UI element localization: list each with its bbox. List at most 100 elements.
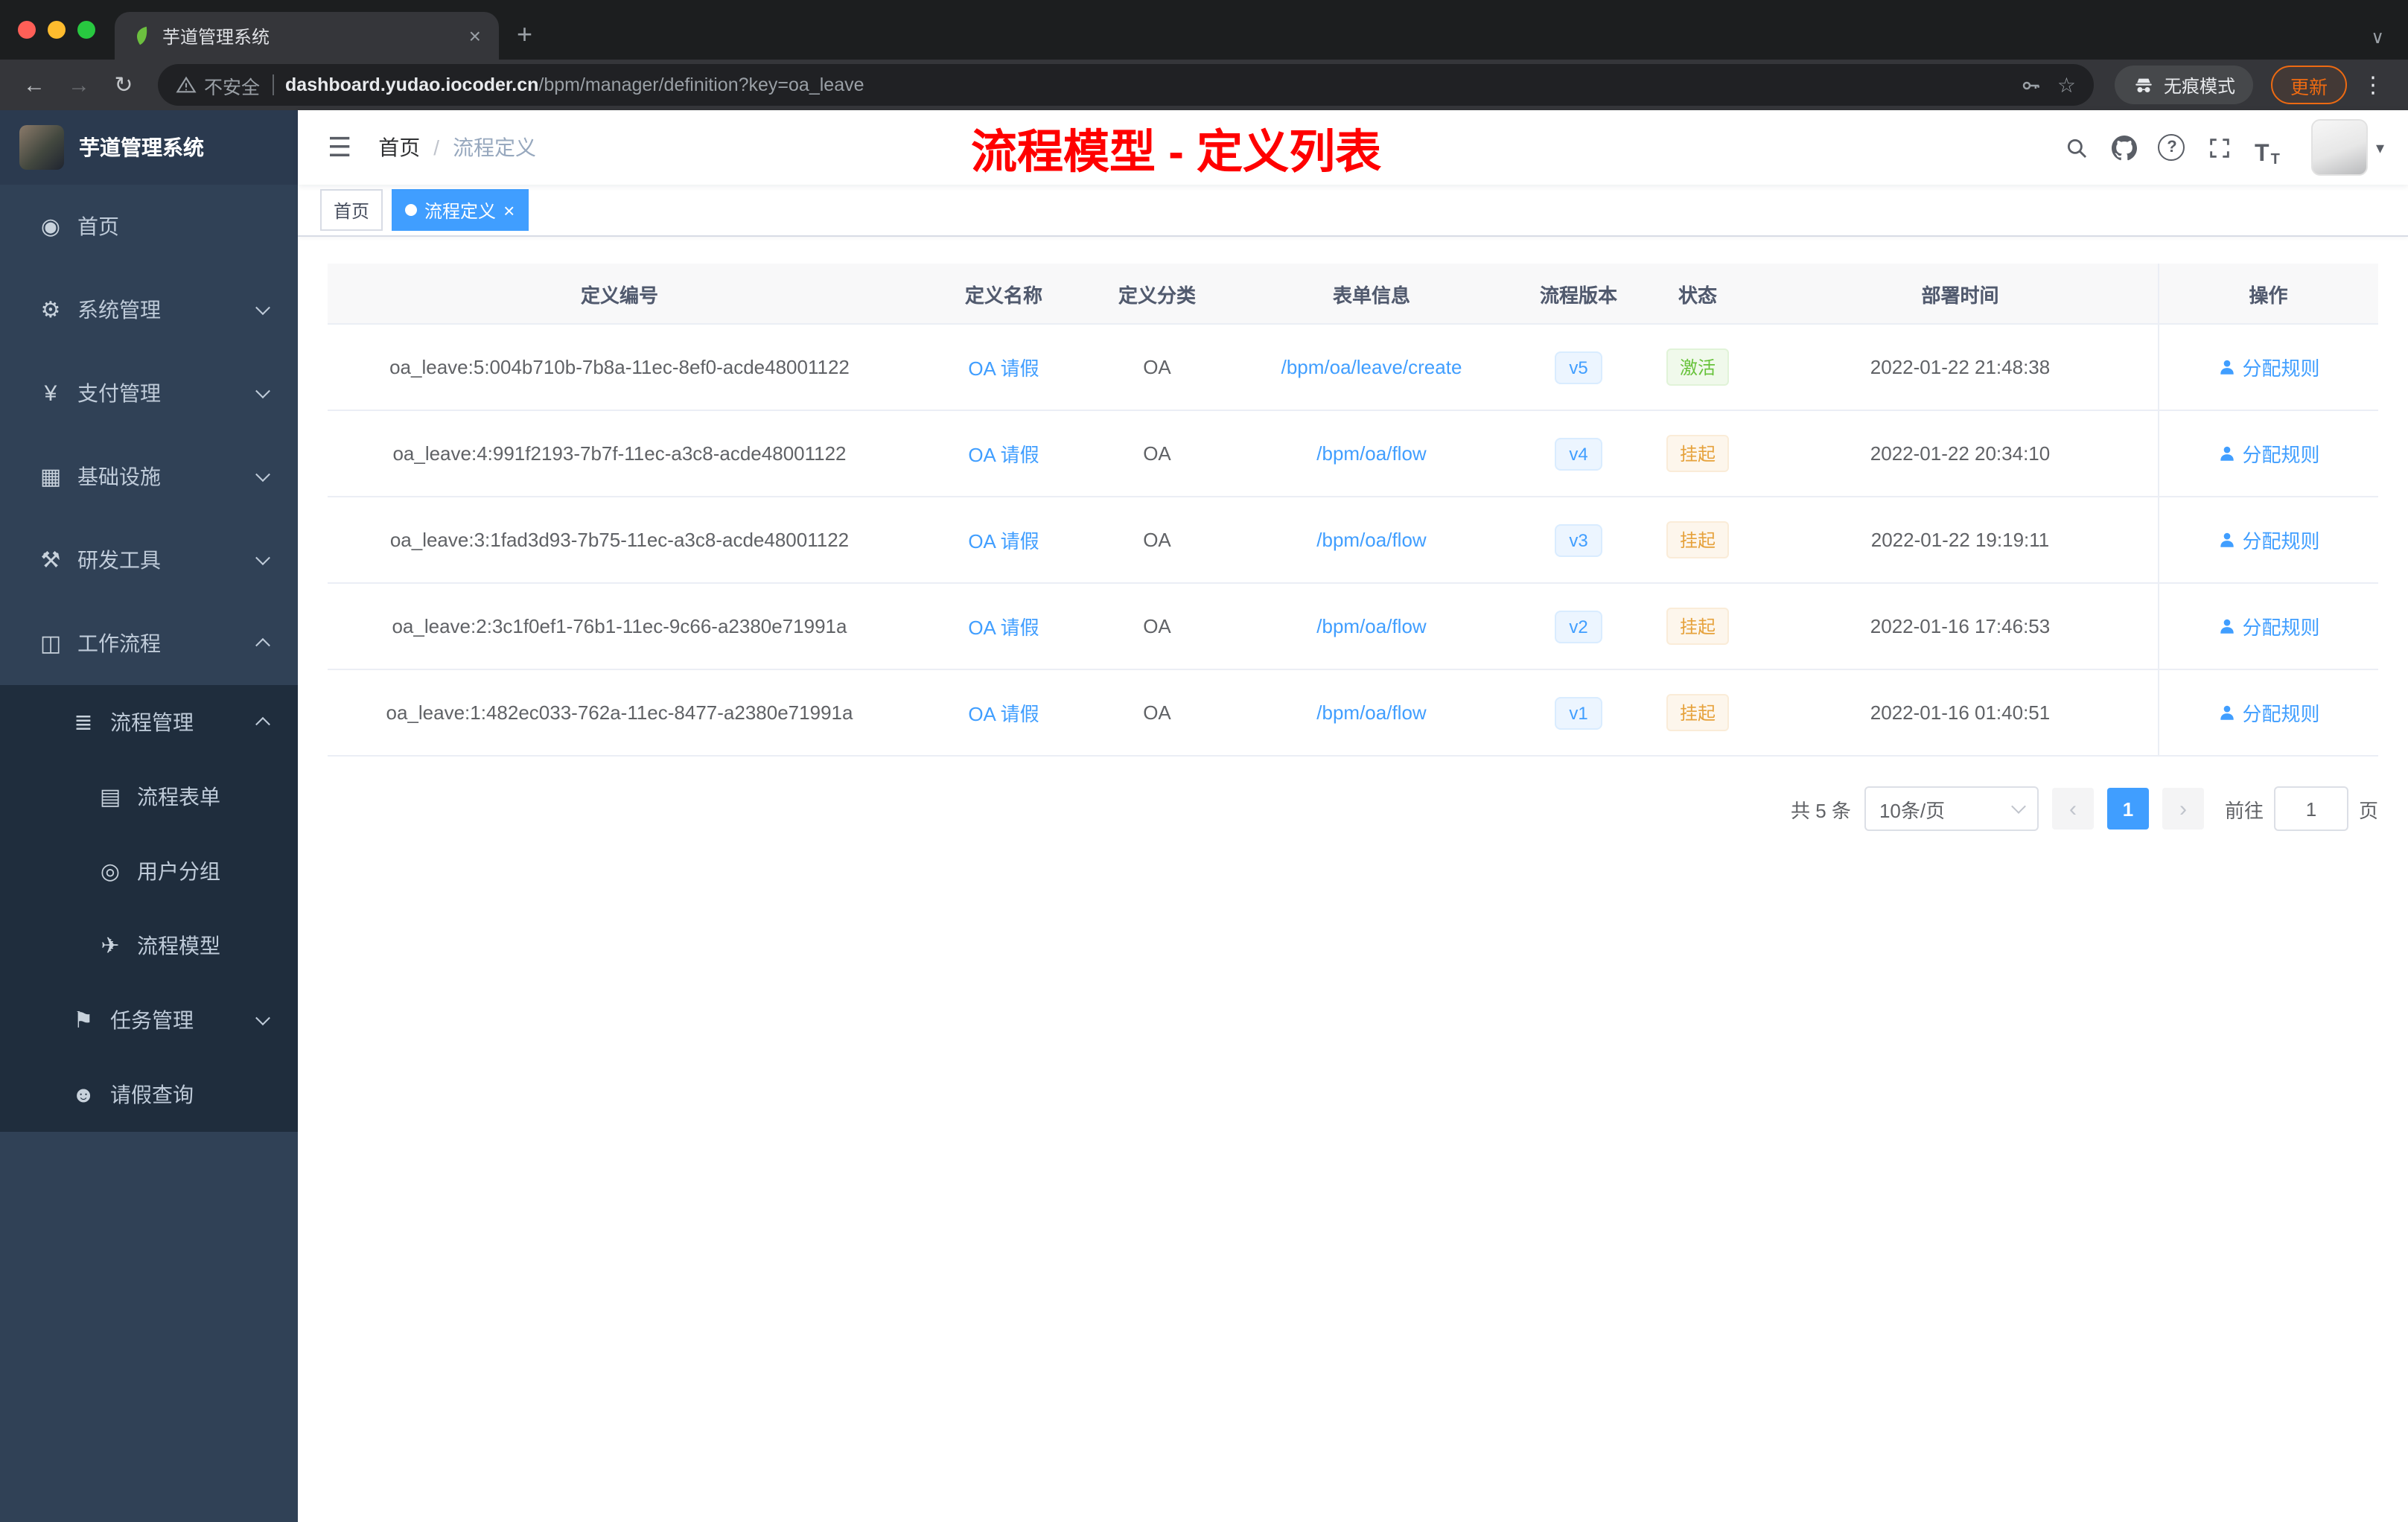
browser-tab[interactable]: 芋道管理系统 × (115, 12, 499, 60)
sidebar-item-process-model[interactable]: ✈ 流程模型 (0, 908, 298, 983)
chevron-down-icon (255, 300, 270, 316)
yen-icon: ¥ (44, 380, 57, 406)
status-badge: 挂起 (1666, 694, 1729, 731)
browser-menu-icon[interactable]: ⋮ (2353, 71, 2393, 98)
app-navbar: ☰ 首页 / 流程定义 流程模型 - 定义列表 ? T T ▾ (298, 110, 2408, 185)
fullscreen-icon[interactable] (2199, 127, 2240, 168)
tab-close-icon[interactable]: × (466, 24, 484, 48)
reload-button[interactable]: ↻ (104, 71, 143, 98)
version-badge: v1 (1554, 696, 1603, 729)
favicon-leaf-icon (130, 25, 150, 46)
definition-name-link[interactable]: OA 请假 (968, 357, 1039, 380)
sidebar-item-label: 流程管理 (110, 710, 194, 734)
tag-process-definition[interactable]: 流程定义 × (392, 189, 529, 231)
caret-down-icon[interactable]: ▾ (2376, 138, 2384, 157)
sidebar-item-payment[interactable]: ¥ 支付管理 (0, 351, 298, 435)
definition-name-link[interactable]: OA 请假 (968, 703, 1039, 725)
cell-form-info: /bpm/oa/flow (1218, 583, 1525, 670)
form-link[interactable]: /bpm/oa/flow (1316, 701, 1426, 724)
sidebar-logo[interactable]: 芋道管理系统 (0, 110, 298, 185)
sidebar-item-label: 请假查询 (110, 1083, 194, 1107)
form-link[interactable]: /bpm/oa/flow (1316, 615, 1426, 637)
cell-actions: 分配规则 (2157, 410, 2378, 497)
cell-version: v5 (1525, 324, 1632, 411)
question-icon[interactable]: ? (2151, 127, 2193, 168)
definition-name-link[interactable]: OA 请假 (968, 444, 1039, 466)
user-icon (2220, 532, 2234, 547)
password-key-icon[interactable] (2020, 74, 2042, 96)
assign-rule-label: 分配规则 (2242, 530, 2320, 553)
app-window: 芋道管理系统 ◉ 首页 ⚙ 系统管理 ¥ 支付管理 ▦ 基础设施 ⚒ 研发工具 … (0, 110, 2408, 1522)
security-warning-icon (176, 74, 197, 95)
tab-search-icon[interactable]: ∨ (2371, 27, 2384, 48)
url-path: /bpm/manager/definition?key=oa_leave (538, 74, 864, 95)
sidebar-item-workflow[interactable]: ◫ 工作流程 (0, 602, 298, 685)
close-window-button[interactable] (18, 21, 36, 39)
form-link[interactable]: /bpm/oa/flow (1316, 529, 1426, 551)
sidebar-item-process-form[interactable]: ▤ 流程表单 (0, 760, 298, 834)
security-label[interactable]: 不安全 (204, 71, 260, 99)
next-page-button[interactable]: › (2162, 788, 2204, 830)
github-icon[interactable] (2103, 127, 2145, 168)
col-deploy-time: 部署时间 (1763, 264, 2158, 325)
definition-name-link[interactable]: OA 请假 (968, 530, 1039, 553)
tag-close-icon[interactable]: × (503, 200, 515, 220)
sidebar-item-system[interactable]: ⚙ 系统管理 (0, 268, 298, 351)
table-row: oa_leave:4:991f2193-7b7f-11ec-a3c8-acde4… (328, 410, 2378, 497)
form-link[interactable]: /bpm/oa/leave/create (1281, 356, 1462, 378)
zoom-window-button[interactable] (77, 21, 95, 39)
page-number-button[interactable]: 1 (2106, 788, 2149, 830)
breadcrumb-home[interactable]: 首页 (378, 133, 420, 162)
avatar[interactable] (2311, 119, 2369, 176)
page-goto-input[interactable] (2273, 786, 2348, 831)
cell-category: OA (1096, 497, 1218, 584)
version-badge: v2 (1554, 610, 1603, 643)
bookmark-star-icon[interactable]: ☆ (2057, 72, 2076, 98)
breadcrumb: 首页 / 流程定义 (378, 133, 536, 162)
navbar-actions: ? T T ▾ (2056, 119, 2384, 176)
col-definition-id: 定义编号 (328, 264, 911, 325)
sidebar-item-devtools[interactable]: ⚒ 研发工具 (0, 518, 298, 602)
address-bar[interactable]: 不安全 dashboard.yudao.iocoder.cn /bpm/mana… (158, 64, 2094, 106)
col-definition-name: 定义名称 (911, 264, 1096, 325)
sidebar-item-label: 系统管理 (77, 298, 161, 322)
browser-toolbar: ← → ↻ 不安全 dashboard.yudao.iocoder.cn /bp… (0, 60, 2408, 110)
user-icon (2220, 446, 2234, 461)
font-size-icon[interactable]: T T (2246, 127, 2288, 168)
col-definition-category: 定义分类 (1096, 264, 1218, 325)
tag-label: 首页 (334, 200, 370, 221)
sidebar-item-task-management[interactable]: ⚑ 任务管理 (0, 983, 298, 1057)
assign-rule-link[interactable]: 分配规则 (2217, 612, 2320, 640)
forward-button[interactable]: → (60, 72, 98, 98)
hamburger-icon[interactable]: ☰ (322, 132, 357, 163)
cell-definition-id: oa_leave:2:3c1f0ef1-76b1-11ec-9c66-a2380… (328, 583, 911, 670)
definition-name-link[interactable]: OA 请假 (968, 617, 1039, 639)
new-tab-button[interactable]: + (517, 19, 532, 51)
task-flag-icon: ⚑ (73, 1008, 94, 1034)
table-header-row: 定义编号 定义名称 定义分类 表单信息 流程版本 状态 部署时间 操作 (328, 264, 2378, 325)
assign-rule-link[interactable]: 分配规则 (2217, 526, 2320, 554)
sidebar-item-user-group[interactable]: ◎ 用户分组 (0, 834, 298, 908)
back-button[interactable]: ← (15, 72, 54, 98)
user-menu[interactable]: ▾ (2311, 119, 2384, 176)
sidebar-item-infrastructure[interactable]: ▦ 基础设施 (0, 435, 298, 518)
assign-rule-link[interactable]: 分配规则 (2217, 698, 2320, 727)
assign-rule-link[interactable]: 分配规则 (2217, 439, 2320, 468)
sidebar-item-process-management[interactable]: ≣ 流程管理 (0, 685, 298, 760)
sidebar-item-label: 任务管理 (110, 1008, 194, 1032)
update-button[interactable]: 更新 (2270, 66, 2347, 104)
assign-rule-link[interactable]: 分配规则 (2217, 353, 2320, 381)
form-link[interactable]: /bpm/oa/flow (1316, 442, 1426, 465)
version-badge: v5 (1554, 351, 1603, 383)
prev-page-button[interactable]: ‹ (2051, 788, 2094, 830)
page-size-select[interactable]: 10条/页 (1864, 786, 2039, 831)
cell-actions: 分配规则 (2157, 497, 2378, 584)
workflow-icon: ◫ (39, 631, 62, 657)
tag-home[interactable]: 首页 (320, 189, 383, 231)
sidebar-item-home[interactable]: ◉ 首页 (0, 185, 298, 268)
logo-avatar (19, 125, 64, 170)
search-icon[interactable] (2056, 127, 2098, 168)
minimize-window-button[interactable] (48, 21, 66, 39)
screen: 芋道管理系统 × + ∨ ← → ↻ 不安全 dashboard.yudao.i… (0, 0, 2408, 1522)
sidebar-item-leave-query[interactable]: ☻ 请假查询 (0, 1057, 298, 1132)
